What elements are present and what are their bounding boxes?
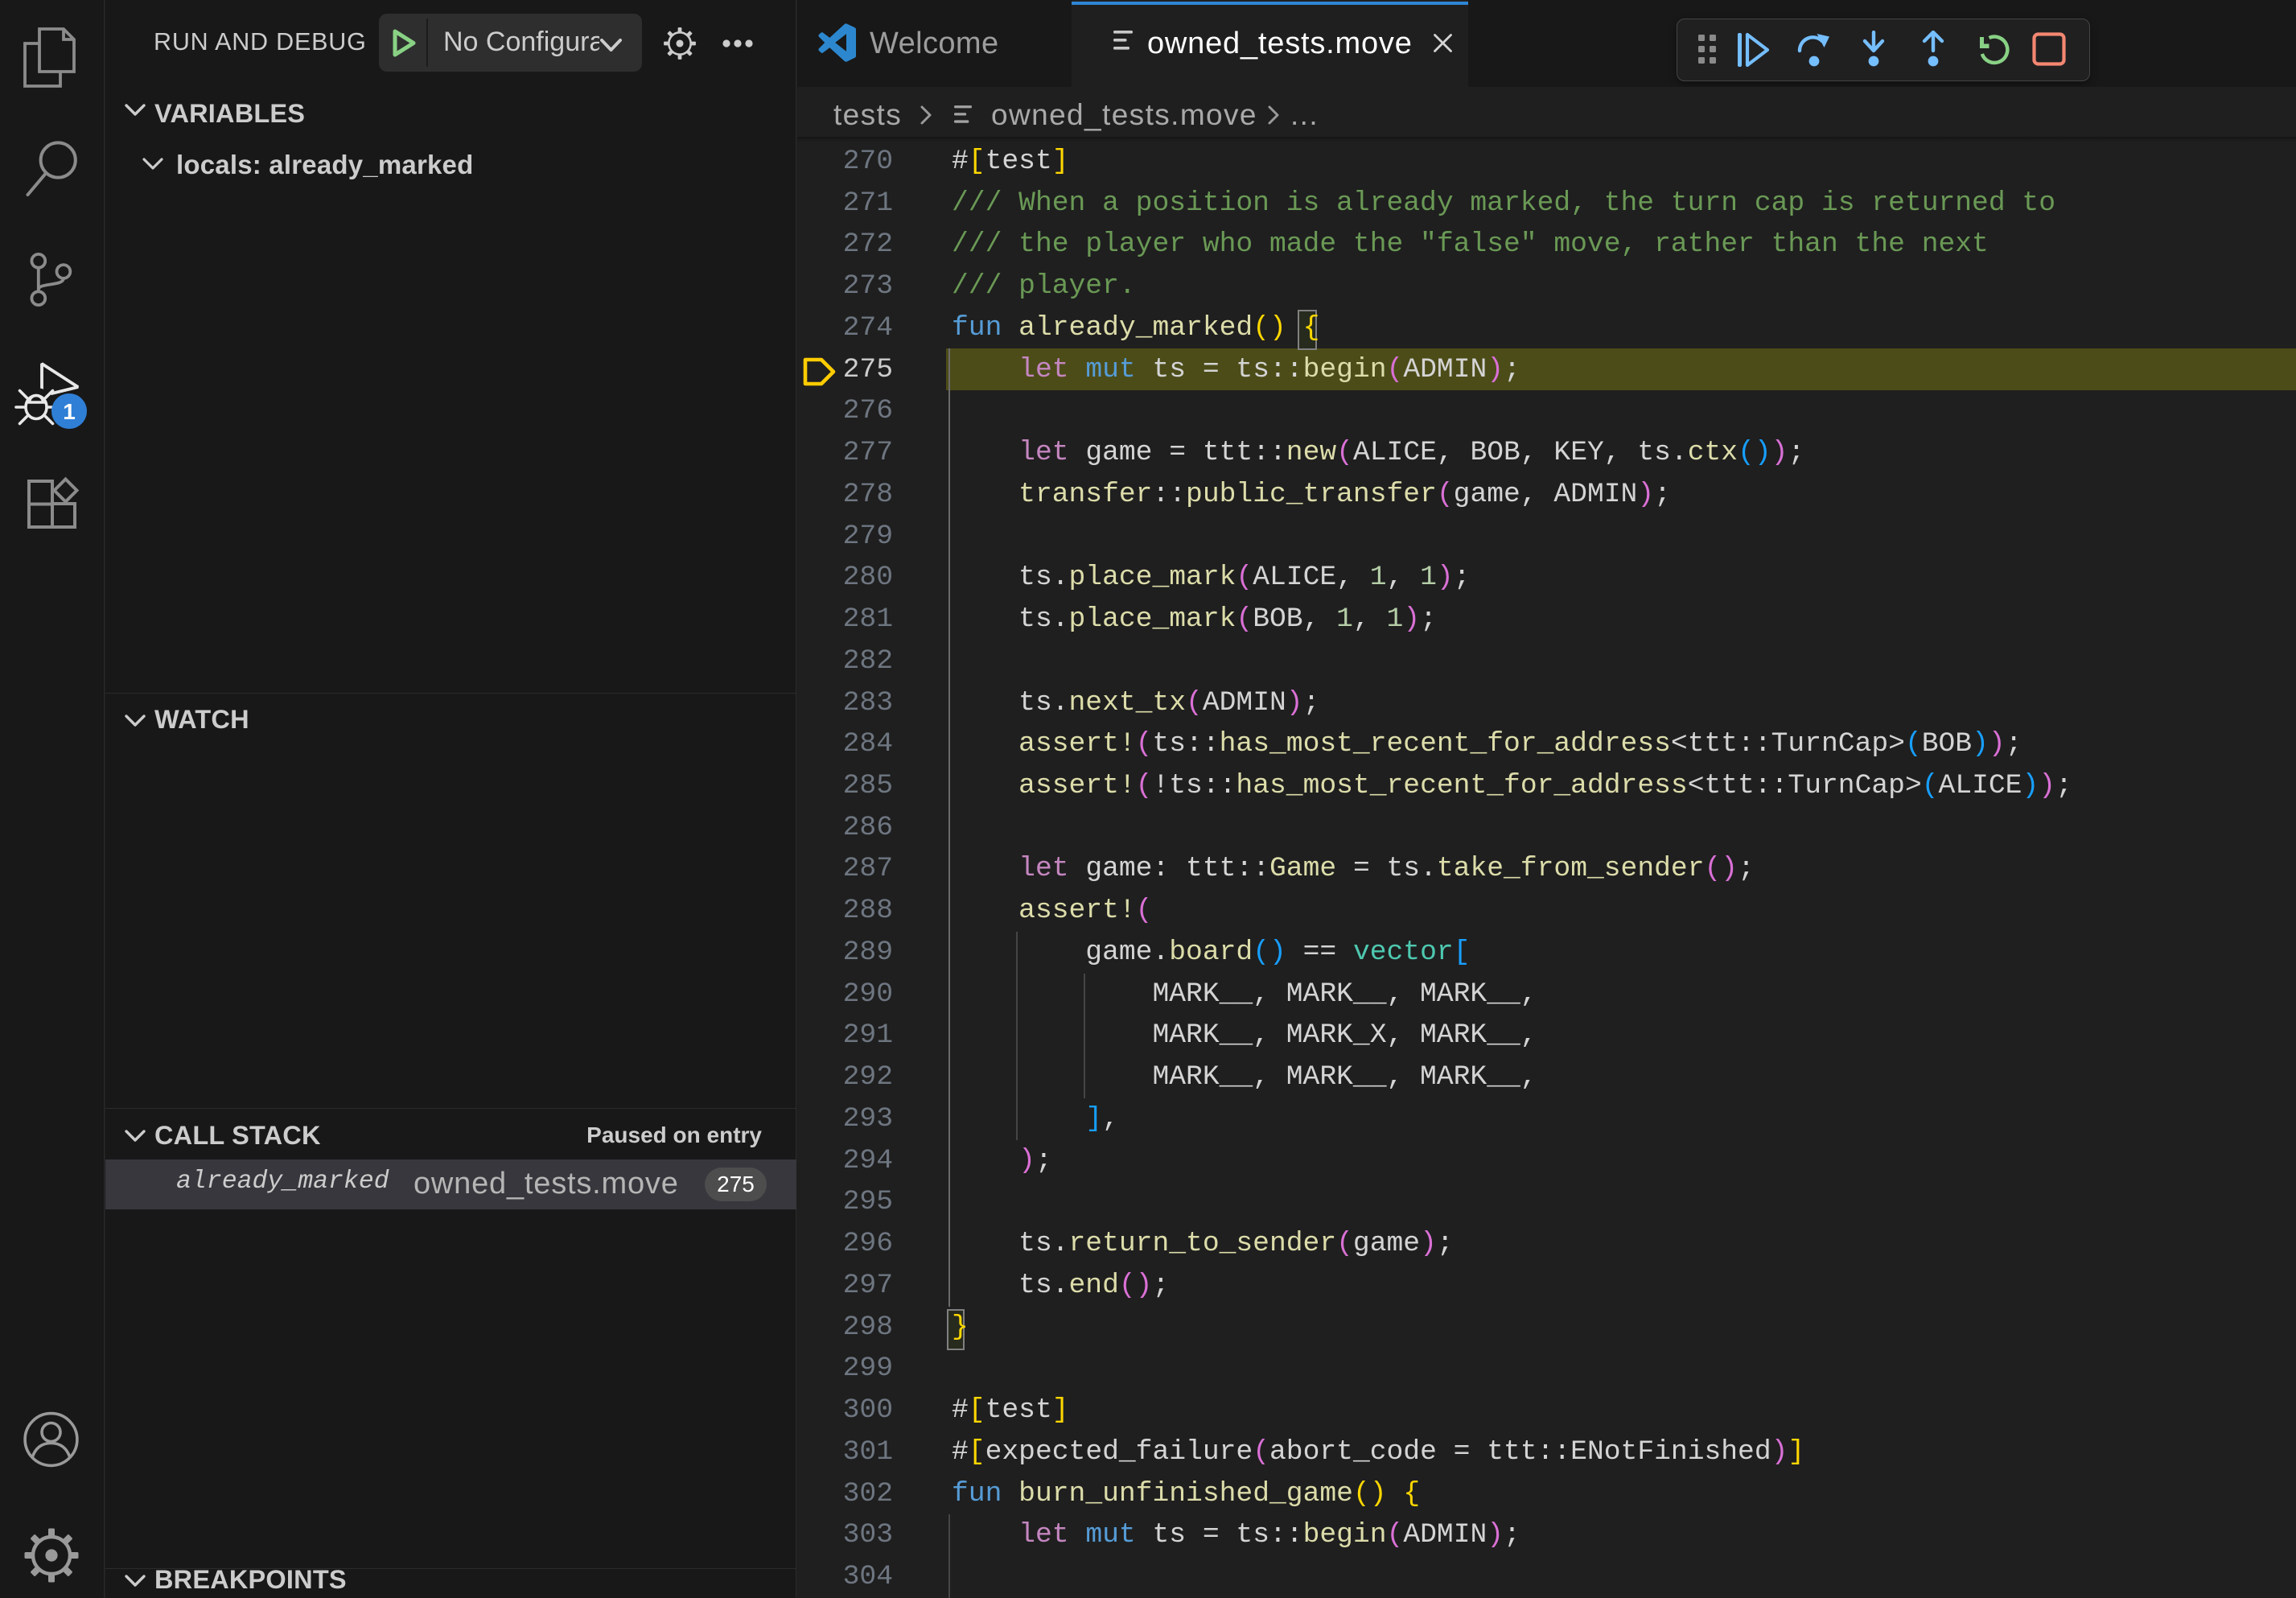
svg-text:1: 1 xyxy=(63,399,76,424)
